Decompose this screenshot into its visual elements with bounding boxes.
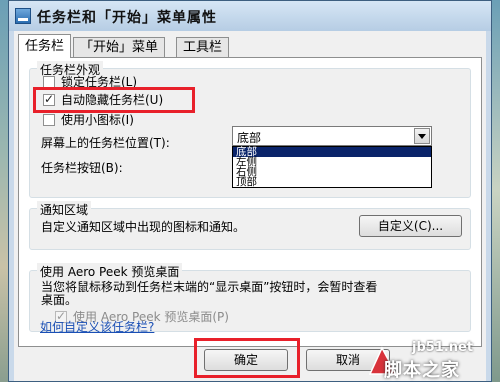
dialog-client-area: 任务栏 「开始」菜单 工具栏 任务栏外观 锁定任务栏(L) 自动隐藏任务栏(U)… (14, 31, 486, 381)
watermark-name: 脚本之家 (384, 360, 460, 381)
aero-peek-description-line1: 当您将鼠标移动到任务栏末端的“显示桌面”按钮时，会暂时查看 (41, 280, 378, 294)
aero-peek-description-line2: 桌面。 (41, 293, 78, 307)
ok-button[interactable]: 确定 (204, 349, 288, 371)
notification-description: 自定义通知区域中出现的图标和通知。 (41, 220, 246, 234)
taskbar-position-label: 屏幕上的任务栏位置(T): (41, 136, 170, 150)
tab-taskbar[interactable]: 任务栏 (18, 34, 72, 58)
watermark-site: jb51.net (412, 340, 474, 355)
tab-start-menu[interactable]: 「开始」菜单 (73, 37, 166, 57)
small-icons-label: 使用小图标(I) (61, 113, 134, 127)
small-icons-checkbox[interactable] (43, 114, 55, 126)
taskbar-position-value: 底部 (237, 131, 262, 145)
dropdown-option-bottom[interactable]: 底部 (233, 147, 431, 157)
tab-toolbars[interactable]: 工具栏 (176, 37, 230, 57)
taskbar-position-select[interactable]: 底部 (232, 126, 432, 146)
taskbar-app-icon (15, 8, 31, 24)
customize-button[interactable]: 自定义(C)... (359, 215, 462, 237)
window-title: 任务栏和「开始」菜单属性 (37, 10, 217, 26)
auto-hide-checkbox[interactable] (43, 92, 55, 106)
title-bar[interactable]: 任务栏和「开始」菜单属性 (9, 1, 491, 31)
taskbar-buttons-label: 任务栏按钮(B): (41, 161, 123, 175)
taskbar-position-dropdown-list: 底部 左侧 右侧 顶部 (232, 146, 432, 188)
notification-group-label: 通知区域 (37, 201, 92, 218)
dropdown-option-left[interactable]: 左侧 (233, 157, 431, 168)
tab-panel-taskbar: 任务栏外观 锁定任务栏(L) 自动隐藏任务栏(U) 使用小图标(I) 屏幕上的任… (18, 57, 482, 347)
dropdown-option-top[interactable]: 顶部 (233, 177, 431, 188)
customize-taskbar-help-link[interactable]: 如何自定义该任务栏? (40, 318, 154, 335)
dropdown-arrow-icon[interactable] (414, 128, 430, 144)
dropdown-option-right[interactable]: 右侧 (233, 167, 431, 178)
auto-hide-label: 自动隐藏任务栏(U) (61, 93, 164, 107)
properties-dialog: 任务栏和「开始」菜单属性 任务栏 「开始」菜单 工具栏 任务栏外观 锁定任务栏(… (8, 0, 492, 382)
